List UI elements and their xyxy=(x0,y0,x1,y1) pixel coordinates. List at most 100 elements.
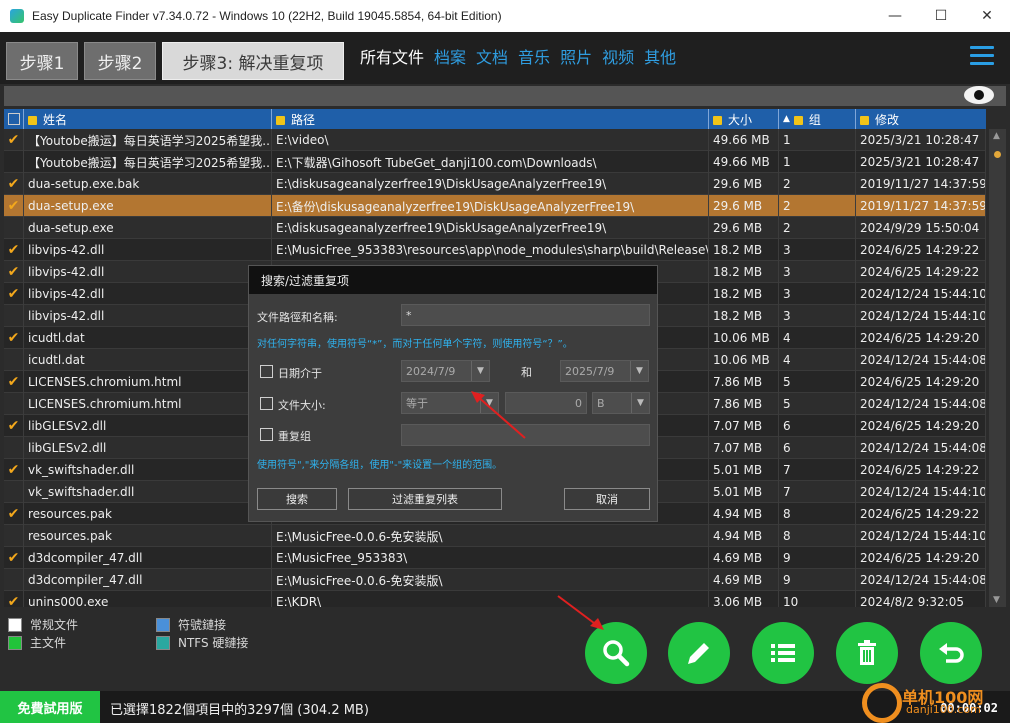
size-unit-select[interactable]: B ▼ xyxy=(592,392,650,414)
maximize-button[interactable]: ☐ xyxy=(918,0,964,32)
header-size[interactable]: 大小 xyxy=(709,109,779,129)
table-row[interactable]: ✔ libvips-42.dll E:\MusicFree_953383\resou… xyxy=(4,239,986,261)
dialog-search-button[interactable]: 搜索 xyxy=(257,488,337,510)
row-size: 4.94 MB xyxy=(709,525,779,547)
edit-button[interactable] xyxy=(668,622,730,684)
table-row[interactable]: dua-setup.exe E:\diskusageanalyzerfree19\… xyxy=(4,217,986,239)
table-scrollbar[interactable]: ▲ ▼ xyxy=(989,129,1006,607)
table-row[interactable]: 【Youtobe搬运】每日英语学习2025希望我... E:\下载器\Gihoso… xyxy=(4,151,986,173)
row-modified: 2024/12/24 15:44:10 xyxy=(856,525,986,547)
date-to-picker[interactable]: 2025/7/9 ▼ xyxy=(560,360,649,382)
filter-other[interactable]: 其他 xyxy=(644,44,676,68)
row-modified: 2025/3/21 10:28:47 xyxy=(856,129,986,151)
row-path: E:\MusicFree-0.0.6-免安装版\ xyxy=(272,569,709,591)
row-group: 5 xyxy=(779,393,856,415)
date-to-value: 2025/7/9 xyxy=(565,364,615,378)
view-slider[interactable] xyxy=(4,86,1006,106)
legend-ntfs-label: NTFS 硬鏈接 xyxy=(178,636,249,650)
row-path: E:\MusicFree_953383\ xyxy=(272,547,709,569)
header-group[interactable]: ▲ 组 xyxy=(779,109,856,129)
sort-asc-icon: ▲ xyxy=(783,114,790,124)
filter-list-button[interactable]: 过滤重复列表 xyxy=(348,488,502,510)
scroll-thumb[interactable] xyxy=(994,151,1001,158)
row-checkbox[interactable]: ✔ xyxy=(4,459,24,481)
row-name: dua-setup.exe xyxy=(24,217,272,239)
row-checkbox[interactable] xyxy=(4,151,24,173)
legend-swatch xyxy=(156,635,170,650)
scroll-up-icon[interactable]: ▲ xyxy=(993,131,1000,141)
delete-button[interactable] xyxy=(836,622,898,684)
legend-swatch xyxy=(8,617,22,632)
table-row[interactable]: resources.pak E:\MusicFree-0.0.6-免安装版\ 4.9… xyxy=(4,525,986,547)
minimize-button[interactable]: — xyxy=(872,0,918,32)
row-checkbox[interactable] xyxy=(4,349,24,371)
row-group: 1 xyxy=(779,151,856,173)
table-row[interactable]: ✔ unins000.exe E:\KDR\ 3.06 MB 10 2024/8/2 9:… xyxy=(4,591,986,607)
row-checkbox[interactable]: ✔ xyxy=(4,547,24,569)
row-checkbox[interactable] xyxy=(4,305,24,327)
row-checkbox[interactable]: ✔ xyxy=(4,327,24,349)
row-checkbox[interactable]: ✔ xyxy=(4,129,24,151)
table-row[interactable]: ✔ d3dcompiler_47.dll E:\MusicFree_953383\ 4… xyxy=(4,547,986,569)
row-checkbox[interactable] xyxy=(4,217,24,239)
row-checkbox[interactable] xyxy=(4,393,24,415)
row-path: E:\video\ xyxy=(272,129,709,151)
menu-icon[interactable] xyxy=(970,46,994,66)
row-checkbox[interactable]: ✔ xyxy=(4,591,24,607)
row-group: 3 xyxy=(779,239,856,261)
row-checkbox[interactable]: ✔ xyxy=(4,415,24,437)
eye-icon[interactable] xyxy=(964,86,994,104)
watermark-url: danji100.com xyxy=(906,703,981,716)
table-row[interactable]: ✔ 【Youtobe搬运】每日英语学习2025希望我... E:\video\ 49.… xyxy=(4,129,986,151)
undo-button[interactable] xyxy=(920,622,982,684)
table-row[interactable]: ✔ dua-setup.exe E:\备份\diskusageanalyzerfre… xyxy=(4,195,986,217)
tab-step1[interactable]: 步骤1 xyxy=(6,42,78,80)
group-checkbox[interactable] xyxy=(260,428,273,441)
row-name: libvips-42.dll xyxy=(24,283,272,305)
header-name[interactable]: 姓名 xyxy=(24,109,272,129)
row-group: 6 xyxy=(779,415,856,437)
row-checkbox[interactable] xyxy=(4,481,24,503)
row-size: 29.6 MB xyxy=(709,173,779,195)
filter-archives[interactable]: 档案 xyxy=(434,44,466,68)
row-checkbox[interactable]: ✔ xyxy=(4,371,24,393)
date-from-picker[interactable]: 2024/7/9 ▼ xyxy=(401,360,490,382)
filter-videos[interactable]: 视频 xyxy=(602,44,634,68)
row-modified: 2024/6/25 14:29:22 xyxy=(856,503,986,525)
filter-documents[interactable]: 文档 xyxy=(476,44,508,68)
legend-regular: 常规文件 xyxy=(8,616,78,633)
row-checkbox[interactable]: ✔ xyxy=(4,239,24,261)
table-row[interactable]: ✔ dua-setup.exe.bak E:\diskusageanalyzerfr… xyxy=(4,173,986,195)
list-button[interactable] xyxy=(752,622,814,684)
row-checkbox[interactable] xyxy=(4,525,24,547)
row-checkbox[interactable]: ✔ xyxy=(4,261,24,283)
path-label: 文件路徑和名稱: xyxy=(257,311,338,324)
row-group: 5 xyxy=(779,371,856,393)
row-checkbox[interactable]: ✔ xyxy=(4,283,24,305)
size-operator-value: 等于 xyxy=(406,397,428,410)
date-checkbox[interactable] xyxy=(260,365,273,378)
scroll-down-icon[interactable]: ▼ xyxy=(993,595,1000,605)
close-button[interactable]: ✕ xyxy=(964,0,1010,32)
tab-step2[interactable]: 步骤2 xyxy=(84,42,156,80)
header-path[interactable]: 路径 xyxy=(272,109,709,129)
row-checkbox[interactable]: ✔ xyxy=(4,503,24,525)
row-checkbox[interactable] xyxy=(4,569,24,591)
row-name: libGLESv2.dll xyxy=(24,437,272,459)
header-select-all[interactable] xyxy=(4,109,24,129)
row-checkbox[interactable]: ✔ xyxy=(4,173,24,195)
tab-step3[interactable]: 步骤3: 解决重复项 xyxy=(162,42,344,80)
table-row[interactable]: d3dcompiler_47.dll E:\MusicFree-0.0.6-免安装… xyxy=(4,569,986,591)
row-checkbox[interactable]: ✔ xyxy=(4,195,24,217)
header-modified[interactable]: 修改 xyxy=(856,109,986,129)
row-modified: 2024/12/24 15:44:10 xyxy=(856,283,986,305)
trial-badge[interactable]: 免費試用版 xyxy=(0,691,100,723)
filter-photos[interactable]: 照片 xyxy=(560,44,592,68)
filter-music[interactable]: 音乐 xyxy=(518,44,550,68)
size-checkbox[interactable] xyxy=(260,397,273,410)
filter-all-files[interactable]: 所有文件 xyxy=(360,44,424,68)
row-checkbox[interactable] xyxy=(4,437,24,459)
window-title: Easy Duplicate Finder v7.34.0.72 - Windo… xyxy=(32,9,502,23)
dialog-cancel-button[interactable]: 取消 xyxy=(564,488,650,510)
path-input[interactable]: * xyxy=(401,304,650,326)
